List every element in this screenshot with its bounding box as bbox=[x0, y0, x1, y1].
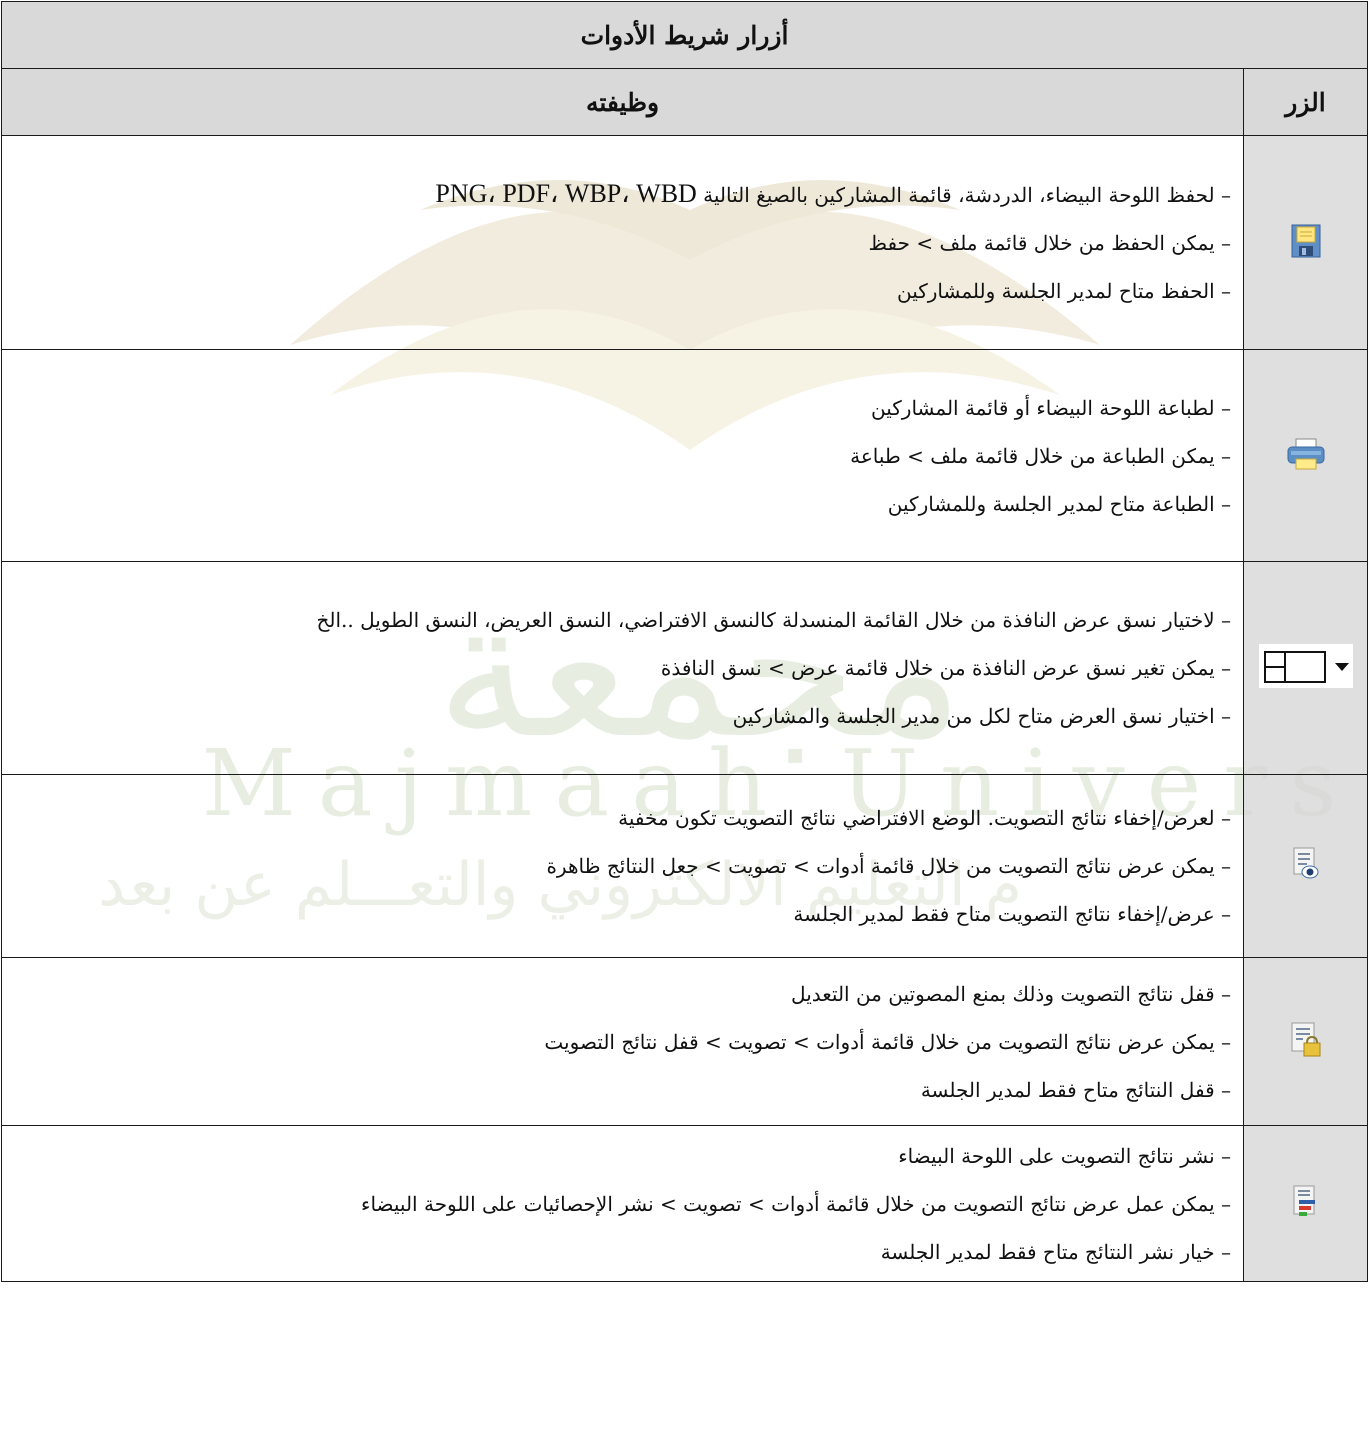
table-row: – قفل نتائج التصويت وذلك بمنع المصوتين م… bbox=[1, 957, 1368, 1126]
table-row: – لعرض/إخفاء نتائج التصويت. الوضع الافتر… bbox=[1, 774, 1368, 958]
description-cell: – نشر نتائج التصويت على اللوحة البيضاء –… bbox=[1, 1125, 1244, 1282]
description-cell: – لحفظ اللوحة البيضاء، الدردشة، قائمة ال… bbox=[1, 135, 1244, 350]
table-row: – لحفظ اللوحة البيضاء، الدردشة، قائمة ال… bbox=[1, 135, 1368, 350]
button-cell bbox=[1243, 349, 1368, 562]
description-line: – يمكن الحفظ من خلال قائمة ملف > حفظ bbox=[868, 231, 1231, 255]
description-line: – يمكن تغير نسق عرض النافذة من خلال قائم… bbox=[660, 656, 1231, 680]
button-cell bbox=[1243, 135, 1368, 350]
save-icon bbox=[1291, 224, 1320, 257]
description-cell: – لعرض/إخفاء نتائج التصويت. الوضع الافتر… bbox=[1, 774, 1244, 958]
description-line: – لعرض/إخفاء نتائج التصويت. الوضع الافتر… bbox=[618, 806, 1231, 830]
show-poll-results-icon bbox=[1293, 847, 1318, 879]
button-cell bbox=[1243, 957, 1368, 1126]
description-line: – الحفظ متاح لمدير الجلسة وللمشاركين bbox=[896, 279, 1231, 303]
description-line: – عرض/إخفاء نتائج التصويت متاح فقط لمدير… bbox=[793, 902, 1231, 926]
description-line: – يمكن عرض نتائج التصويت من خلال قائمة أ… bbox=[544, 1029, 1231, 1054]
description-line: – خيار نشر النتائج متاح فقط لمدير الجلسة bbox=[880, 1239, 1231, 1264]
description-cell: – لاختيار نسق عرض النافذة من خلال القائم… bbox=[1, 561, 1244, 775]
file-formats-text: PNG، PDF، WBP، WBD bbox=[435, 179, 697, 208]
description-line: – قفل النتائج متاح فقط لمدير الجلسة bbox=[920, 1077, 1231, 1102]
table-row: – نشر نتائج التصويت على اللوحة البيضاء –… bbox=[1, 1125, 1368, 1282]
publish-poll-results-icon bbox=[1293, 1185, 1315, 1216]
description-line: – يمكن عرض نتائج التصويت من خلال قائمة أ… bbox=[546, 854, 1231, 878]
description-line: – يمكن عمل عرض نتائج التصويت من خلال قائ… bbox=[361, 1191, 1231, 1216]
description-line: – يمكن الطباعة من خلال قائمة ملف > طباعة bbox=[850, 443, 1231, 468]
print-icon bbox=[1287, 438, 1324, 469]
button-cell bbox=[1243, 774, 1368, 958]
button-cell bbox=[1243, 1125, 1368, 1282]
description-line: – الطباعة متاح لمدير الجلسة وللمشاركين bbox=[887, 491, 1231, 516]
description-line: – لحفظ اللوحة البيضاء، الدردشة، قائمة ال… bbox=[2, 170, 1231, 219]
description-line: – لطباعة اللوحة البيضاء أو قائمة المشارك… bbox=[871, 395, 1231, 420]
lock-poll-results-icon bbox=[1291, 1022, 1320, 1056]
description-cell: – قفل نتائج التصويت وذلك بمنع المصوتين م… bbox=[1, 957, 1244, 1126]
column-header-button: الزر bbox=[1243, 68, 1368, 136]
table-row: – لاختيار نسق عرض النافذة من خلال القائم… bbox=[1, 561, 1368, 775]
window-layout-dropdown-icon bbox=[1258, 644, 1353, 688]
button-cell bbox=[1243, 561, 1368, 775]
description-line: – اختيار نسق العرض متاح لكل من مدير الجل… bbox=[732, 704, 1231, 728]
column-header-function: وظيفته bbox=[1, 68, 1244, 136]
description-line: – نشر نتائج التصويت على اللوحة البيضاء bbox=[898, 1143, 1231, 1168]
description-line: – لاختيار نسق عرض النافذة من خلال القائم… bbox=[316, 608, 1231, 632]
table-header-row: الزر وظيفته bbox=[1, 68, 1368, 136]
table-row: – لطباعة اللوحة البيضاء أو قائمة المشارك… bbox=[1, 349, 1368, 562]
description-line: – قفل نتائج التصويت وذلك بمنع المصوتين م… bbox=[791, 981, 1231, 1006]
table-title: أزرار شريط الأدوات bbox=[1, 1, 1368, 69]
description-text: – لحفظ اللوحة البيضاء، الدردشة، قائمة ال… bbox=[703, 183, 1231, 207]
description-cell: – لطباعة اللوحة البيضاء أو قائمة المشارك… bbox=[1, 349, 1244, 562]
toolbar-buttons-table: أزرار شريط الأدوات الزر وظيفته – لحفظ ال… bbox=[1, 1, 1368, 1282]
table-title-row: أزرار شريط الأدوات bbox=[1, 1, 1368, 69]
